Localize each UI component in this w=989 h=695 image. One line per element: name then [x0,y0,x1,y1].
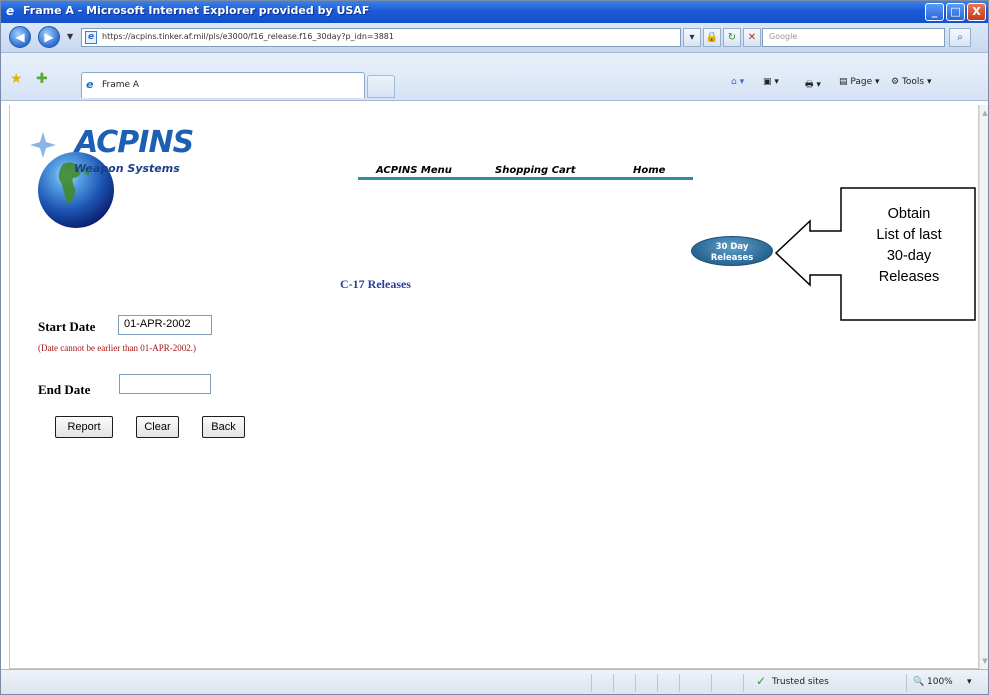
start-date-field[interactable]: 01-APR-2002 [118,315,212,335]
releases-button-line1: 30 Day [715,242,749,252]
lock-icon[interactable]: 🔒 [703,28,721,47]
zoom-icon: 🔍 [913,677,925,687]
releases-button-line2: Releases [710,253,754,263]
history-dropdown-icon[interactable]: ▼ [67,32,73,41]
browser-window: e Frame A - Microsoft Internet Explorer … [0,0,989,695]
clear-button[interactable]: Clear [136,416,179,438]
callout-line4: Releases [878,269,940,285]
start-date-label: Start Date [38,319,96,334]
stop-icon[interactable]: ✕ [743,28,761,47]
status-divider [635,674,636,692]
title-bar[interactable]: e Frame A - Microsoft Internet Explorer … [1,1,988,23]
callout-line1: Obtain [887,206,931,222]
back-button[interactable]: Back [202,416,245,438]
scroll-up-icon[interactable]: ▲ [980,107,988,119]
status-divider [743,674,744,692]
url-text: https://acpins.tinker.af.mil/pls/e3000/f… [102,32,394,41]
status-divider [591,674,592,692]
nav-shopping-cart[interactable]: Shopping Cart [495,165,576,176]
ie-icon: e [6,4,15,18]
end-date-field[interactable] [119,374,211,394]
status-bar: ✓ Trusted sites 🔍 100% ▾ [1,669,988,694]
tools-menu-label: Tools [901,77,925,87]
nav-home[interactable]: Home [633,165,665,176]
zoom-level[interactable]: 100% [927,677,953,687]
tab-frame-a[interactable]: e Frame A [81,72,365,98]
callout-text: Obtain List of last 30-day Releases [846,204,972,288]
status-divider [711,674,712,692]
search-input[interactable]: Google [762,28,945,47]
feeds-icon[interactable]: ▣ ▾ [763,77,779,87]
logo-title: ACPINS [75,125,194,160]
window-title: Frame A - Microsoft Internet Explorer pr… [23,4,370,17]
favorites-star-icon[interactable]: ★ [10,71,23,87]
page-heading: C-17 Releases [340,277,411,291]
page-menu[interactable]: ▤ Page ▾ [839,77,880,87]
report-button[interactable]: Report [55,416,113,438]
page-menu-label: Page [850,77,873,87]
30-day-releases-button[interactable]: 30 Day Releases [691,236,773,266]
zone-label[interactable]: Trusted sites [772,677,829,687]
status-divider [906,674,907,692]
callout-line3: 30-day [886,248,932,264]
search-placeholder: Google [769,32,798,41]
nav-acpins-menu[interactable]: ACPINS Menu [376,165,452,176]
status-divider [679,674,680,692]
address-dropdown-icon[interactable]: ▾ [683,28,701,47]
forward-nav-button[interactable]: ▶ [38,26,60,48]
start-date-hint: (Date cannot be earlier than 01-APR-2002… [38,343,196,353]
zoom-dropdown-icon[interactable]: ▾ [967,677,972,687]
search-button[interactable]: ⌕ [949,28,971,47]
tab-page-icon: e [86,78,94,91]
close-button[interactable]: X [967,3,986,21]
back-nav-button[interactable]: ◀ [9,26,31,48]
tools-menu[interactable]: ⚙ Tools ▾ [891,77,932,87]
vertical-scrollbar[interactable]: ▲ ▼ [979,105,988,669]
nav-underline [358,177,693,180]
maximize-button[interactable]: □ [946,3,965,21]
minimize-button[interactable]: _ [925,3,944,21]
star-logo-icon [30,132,56,158]
home-icon[interactable]: ⌂ ▾ [731,77,744,87]
refresh-icon[interactable]: ↻ [723,28,741,47]
new-tab-button[interactable] [367,75,395,98]
status-divider [657,674,658,692]
scroll-down-icon[interactable]: ▼ [980,655,988,667]
tab-label: Frame A [102,80,140,90]
address-bar[interactable]: e https://acpins.tinker.af.mil/pls/e3000… [81,28,681,47]
end-date-label: End Date [38,382,91,397]
add-favorite-icon[interactable]: ✚ [36,71,48,87]
status-divider [613,674,614,692]
page-icon: e [85,31,97,44]
address-toolbar: ◀ ▶ ▼ e https://acpins.tinker.af.mil/pls… [1,23,988,53]
logo-subtitle: Weapon Systems [74,162,180,175]
trusted-check-icon: ✓ [756,674,767,688]
print-icon[interactable]: 🖶 ▾ [805,77,821,93]
callout-line2: List of last [876,227,942,243]
